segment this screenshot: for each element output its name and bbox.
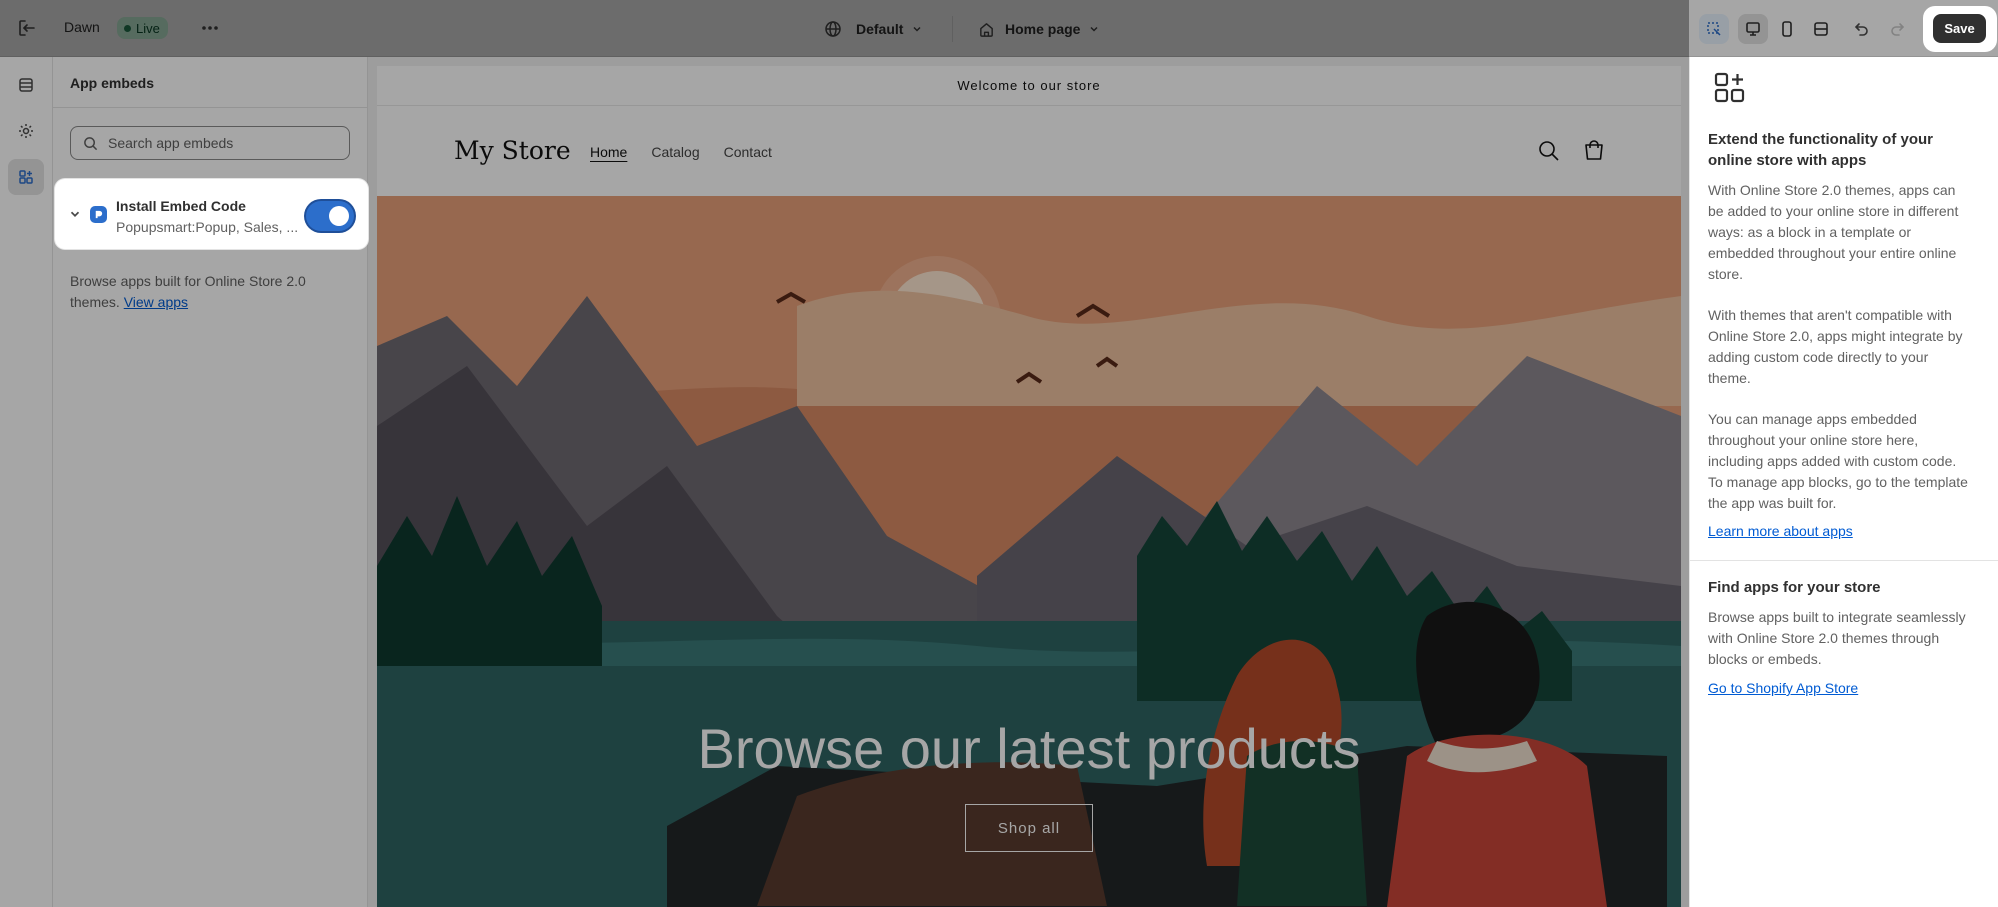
- info-panel: Extend the functionality of your online …: [1689, 57, 1998, 907]
- hero-illustration: [377, 196, 1681, 907]
- icon-rail: [0, 57, 53, 907]
- cart-icon[interactable]: [1581, 138, 1607, 164]
- store-preview: Welcome to our store My Store Home Catal…: [368, 57, 1689, 907]
- apps-icon: [1714, 72, 1745, 103]
- chevron-down-icon: [913, 26, 921, 32]
- chevron-down-icon[interactable]: [68, 207, 82, 221]
- status-badge-label: Live: [136, 20, 160, 36]
- page-selector[interactable]: Home page: [978, 16, 1100, 42]
- info-heading-extend: Extend the functionality of your online …: [1708, 131, 1934, 169]
- top-bar: Dawn Live Default Home page: [0, 0, 1998, 57]
- sections-icon[interactable]: [8, 67, 44, 103]
- chevron-down-icon: [1090, 26, 1098, 32]
- redo-icon[interactable]: [1883, 14, 1913, 44]
- info-paragraph-1: With Online Store 2.0 themes, apps can b…: [1708, 182, 1959, 282]
- store-search-icon[interactable]: [1536, 138, 1562, 164]
- store-logo[interactable]: My Store: [454, 136, 571, 165]
- announcement-bar: Welcome to our store: [377, 66, 1681, 106]
- globe-icon: [825, 21, 841, 37]
- shop-all-button[interactable]: Shop all: [965, 804, 1093, 852]
- info-paragraph-4: Browse apps built to integrate seamlessl…: [1708, 609, 1966, 667]
- theme-selector-label: Default: [856, 21, 904, 37]
- learn-more-link[interactable]: Learn more about apps: [1708, 523, 1853, 539]
- info-divider: [1690, 560, 1998, 561]
- save-button[interactable]: Save: [1933, 14, 1986, 43]
- store-nav: Home Catalog Contact: [590, 144, 772, 160]
- toggle-knob: [329, 206, 349, 226]
- embed-toggle[interactable]: [306, 201, 354, 231]
- home-icon: [980, 22, 993, 37]
- search-placeholder: Search app embeds: [108, 135, 234, 151]
- inspector-icon[interactable]: [1699, 14, 1729, 44]
- status-badge: Live: [117, 17, 168, 39]
- embed-name: Install Embed Code: [116, 198, 246, 214]
- browse-apps-text: Browse apps built for Online Store 2.0 t…: [70, 271, 340, 313]
- store-frame: Welcome to our store My Store Home Catal…: [377, 66, 1681, 907]
- page-selector-label: Home page: [1005, 21, 1081, 37]
- search-icon: [84, 136, 98, 150]
- popupsmart-logo-icon: [90, 206, 107, 223]
- hero-banner: Browse our latest products Shop all: [377, 196, 1681, 907]
- exit-icon[interactable]: [16, 17, 38, 39]
- nav-catalog[interactable]: Catalog: [651, 144, 699, 160]
- embed-card[interactable]: Install Embed Code Popupsmart:Popup, Sal…: [55, 179, 368, 249]
- live-dot: [124, 24, 131, 32]
- info-paragraph-3: You can manage apps embedded throughout …: [1708, 411, 1968, 511]
- hero-title: Browse our latest products: [697, 717, 1361, 780]
- view-apps-link[interactable]: View apps: [124, 294, 188, 310]
- theme-name: Dawn: [64, 19, 100, 35]
- more-icon[interactable]: [198, 16, 222, 40]
- desktop-icon[interactable]: [1738, 14, 1768, 44]
- undo-icon[interactable]: [1846, 14, 1876, 44]
- mobile-icon[interactable]: [1772, 14, 1802, 44]
- nav-contact[interactable]: Contact: [724, 144, 772, 160]
- settings-icon[interactable]: [8, 113, 44, 149]
- panel-divider: [53, 107, 368, 108]
- info-heading-find: Find apps for your store: [1708, 579, 1881, 596]
- theme-selector[interactable]: Default: [824, 16, 923, 42]
- search-input[interactable]: Search app embeds: [70, 126, 350, 160]
- info-paragraph-2: With themes that aren't compatible with …: [1708, 307, 1963, 386]
- app-store-link[interactable]: Go to Shopify App Store: [1708, 680, 1858, 696]
- nav-home[interactable]: Home: [590, 144, 627, 160]
- embed-card-wrapper: Install Embed Code Popupsmart:Popup, Sal…: [55, 179, 370, 249]
- topbar-divider: [952, 16, 953, 42]
- app-embeds-icon[interactable]: [8, 159, 44, 195]
- panel-title: App embeds: [70, 75, 155, 91]
- embed-subtitle: Popupsmart:Popup, Sales, ...: [116, 219, 299, 235]
- fullscreen-icon[interactable]: [1806, 14, 1836, 44]
